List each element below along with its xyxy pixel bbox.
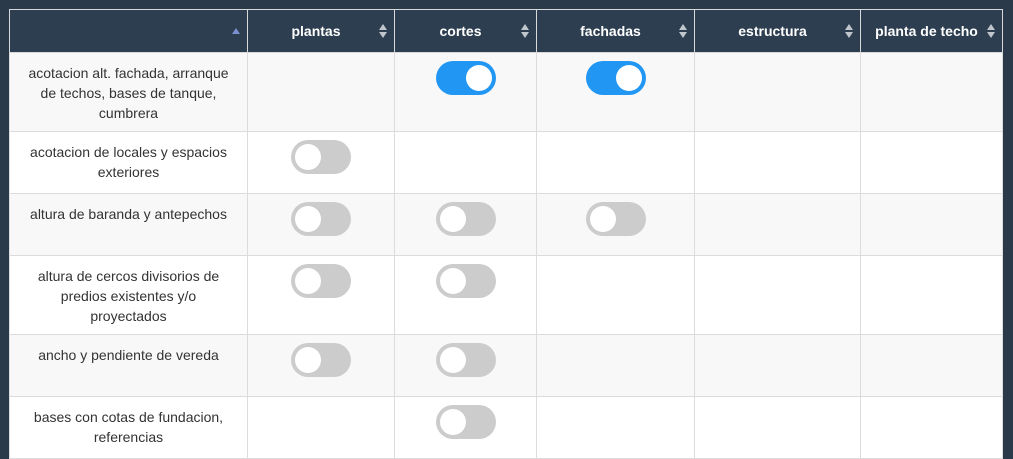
cell-estructura — [694, 334, 861, 397]
row-label: acotacion de locales y espacios exterior… — [9, 131, 248, 194]
cell-fachadas — [536, 334, 695, 397]
toggle-knob — [615, 65, 642, 91]
cell-cortes — [394, 193, 537, 256]
toggle-switch-cortes[interactable] — [435, 343, 496, 377]
cell-plantas — [247, 52, 395, 132]
cell-cortes — [394, 396, 537, 459]
cell-plantas — [247, 396, 395, 459]
cell-plantas — [247, 255, 395, 335]
cell-plantas — [247, 131, 395, 194]
sort-icon[interactable] — [987, 24, 996, 38]
cell-cortes — [394, 255, 537, 335]
row-label: altura de cercos divisorios de predios e… — [9, 255, 248, 335]
toggle-knob — [295, 144, 321, 170]
cell-planta-de-techo — [860, 193, 1003, 256]
cell-plantas — [247, 334, 395, 397]
row-label: acotacion alt. fachada, arranque de tech… — [9, 52, 248, 132]
toggle-knob — [295, 347, 321, 373]
table-row: bases con cotas de fundacion, referencia… — [9, 396, 1003, 459]
column-header-estructura[interactable]: estructura — [694, 9, 861, 53]
toggle-switch-cortes[interactable] — [435, 202, 496, 236]
cell-planta-de-techo — [860, 131, 1003, 194]
toggle-switch-fachadas[interactable] — [585, 61, 646, 95]
cell-estructura — [694, 193, 861, 256]
cell-estructura — [694, 396, 861, 459]
column-header-text: plantas — [291, 23, 341, 39]
column-header-cortes[interactable]: cortes — [394, 9, 537, 53]
cell-fachadas — [536, 193, 695, 256]
cell-fachadas — [536, 255, 695, 335]
table-row: altura de cercos divisorios de predios e… — [9, 255, 1003, 335]
toggle-knob — [295, 268, 321, 294]
toggle-knob — [439, 409, 466, 435]
cell-cortes — [394, 334, 537, 397]
table-row: acotacion alt. fachada, arranque de tech… — [9, 52, 1003, 132]
cell-fachadas — [536, 52, 695, 132]
row-label: ancho y pendiente de vereda — [9, 334, 248, 397]
layers-table: plantas cortes fachadas estructura plant… — [9, 9, 1003, 459]
column-header-plantas[interactable]: plantas — [247, 9, 395, 53]
column-header-text: planta de techo — [875, 23, 978, 39]
row-label: altura de baranda y antepechos — [9, 193, 248, 256]
toggle-knob — [589, 206, 616, 232]
cell-planta-de-techo — [860, 396, 1003, 459]
toggle-switch-plantas[interactable] — [291, 202, 351, 236]
table-wrapper: plantas cortes fachadas estructura plant… — [9, 9, 1003, 459]
column-header-text: estructura — [738, 23, 807, 39]
toggle-switch-cortes[interactable] — [435, 405, 496, 439]
sort-ascending-icon[interactable] — [232, 24, 241, 38]
toggle-knob — [295, 206, 321, 232]
cell-estructura — [694, 52, 861, 132]
toggle-knob — [439, 268, 466, 294]
row-label: bases con cotas de fundacion, referencia… — [9, 396, 248, 459]
table-row: altura de baranda y antepechos — [9, 193, 1003, 256]
table-row: ancho y pendiente de vereda — [9, 334, 1003, 397]
sort-icon[interactable] — [521, 24, 530, 38]
toggle-knob — [439, 347, 466, 373]
sort-icon[interactable] — [379, 24, 388, 38]
toggle-switch-fachadas[interactable] — [585, 202, 646, 236]
column-header-text: cortes — [439, 23, 482, 39]
cell-plantas — [247, 193, 395, 256]
toggle-switch-plantas[interactable] — [291, 264, 351, 298]
toggle-switch-cortes[interactable] — [435, 61, 496, 95]
toggle-switch-plantas[interactable] — [291, 343, 351, 377]
cell-planta-de-techo — [860, 52, 1003, 132]
cell-estructura — [694, 255, 861, 335]
table-row: acotacion de locales y espacios exterior… — [9, 131, 1003, 194]
column-header-planta-de-techo[interactable]: planta de techo — [860, 9, 1003, 53]
header-row: plantas cortes fachadas estructura plant… — [9, 9, 1003, 53]
cell-estructura — [694, 131, 861, 194]
cell-fachadas — [536, 131, 695, 194]
toggle-knob — [465, 65, 492, 91]
cell-planta-de-techo — [860, 334, 1003, 397]
cell-cortes — [394, 131, 537, 194]
toggle-switch-cortes[interactable] — [435, 264, 496, 298]
toggle-switch-plantas[interactable] — [291, 140, 351, 174]
toggle-knob — [439, 206, 466, 232]
sort-icon[interactable] — [845, 24, 854, 38]
column-header-fachadas[interactable]: fachadas — [536, 9, 695, 53]
table-body: acotacion alt. fachada, arranque de tech… — [9, 52, 1003, 459]
cell-planta-de-techo — [860, 255, 1003, 335]
column-header-text: fachadas — [580, 23, 641, 39]
sort-icon[interactable] — [679, 24, 688, 38]
column-header-label[interactable] — [9, 9, 248, 53]
cell-fachadas — [536, 396, 695, 459]
cell-cortes — [394, 52, 537, 132]
